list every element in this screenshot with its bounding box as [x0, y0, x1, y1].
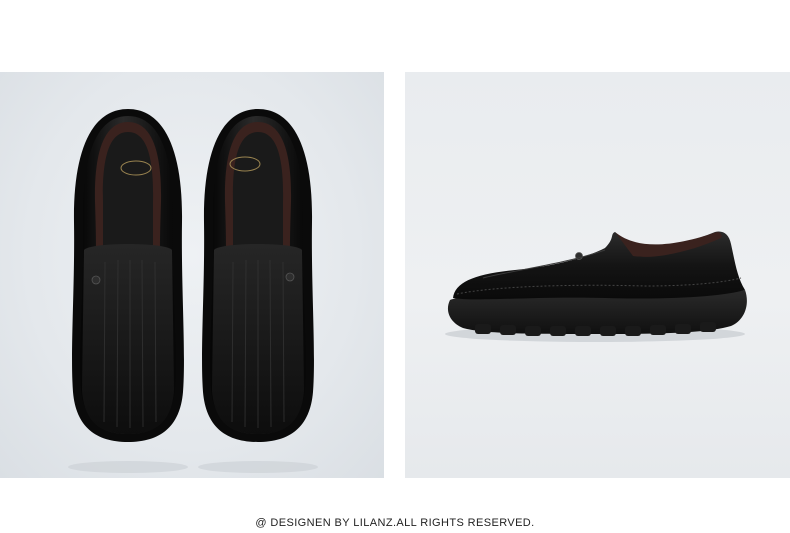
photo-side-view [405, 72, 790, 478]
side-shoe [447, 231, 747, 336]
copyright-notice: @ DESIGNEN BY LILANZ.ALL RIGHTS RESERVED… [255, 517, 535, 529]
left-shoe [72, 109, 184, 442]
photo-top-view [0, 72, 384, 478]
right-shoe [202, 109, 314, 442]
loafer-side-illustration [445, 231, 747, 342]
loafer-pair-illustration [68, 109, 318, 473]
